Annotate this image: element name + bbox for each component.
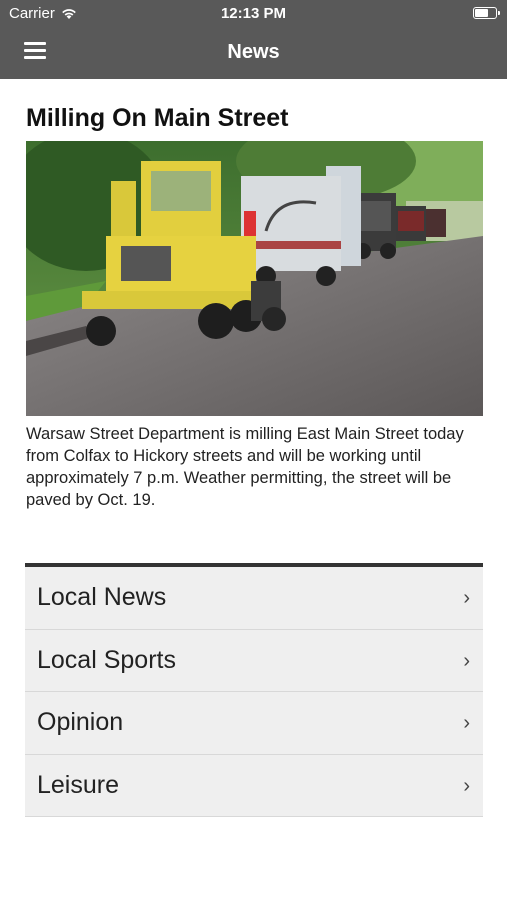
chevron-right-icon: ›	[463, 774, 470, 797]
chevron-right-icon: ›	[463, 587, 470, 609]
section-label: Local Sports	[37, 645, 176, 674]
chevron-right-icon: ›	[463, 712, 470, 734]
section-item-local-sports[interactable]: Local Sports ›	[25, 629, 483, 692]
section-label: Local News	[37, 583, 167, 611]
page-title: News	[227, 41, 280, 63]
status-time: 12:13 PM	[220, 5, 287, 22]
section-item-leisure[interactable]: Leisure ›	[25, 754, 483, 817]
status-bar: Carrier 12:13 PM	[0, 0, 507, 28]
article-body: Warsaw Street Department is milling East…	[26, 425, 464, 509]
article-image[interactable]	[26, 141, 483, 416]
chevron-right-icon: ›	[463, 649, 470, 672]
section-item-opinion[interactable]: Opinion ›	[25, 692, 483, 755]
section-list: Local News › Local Sports › Opinion › Le…	[25, 563, 483, 817]
section-label: Opinion	[37, 708, 124, 736]
section-item-local-news[interactable]: Local News ›	[25, 567, 483, 630]
article-title[interactable]: Milling On Main Street	[26, 104, 289, 133]
battery-icon	[473, 7, 500, 19]
section-label: Leisure	[37, 770, 119, 799]
navigation-bar: News	[0, 28, 507, 79]
